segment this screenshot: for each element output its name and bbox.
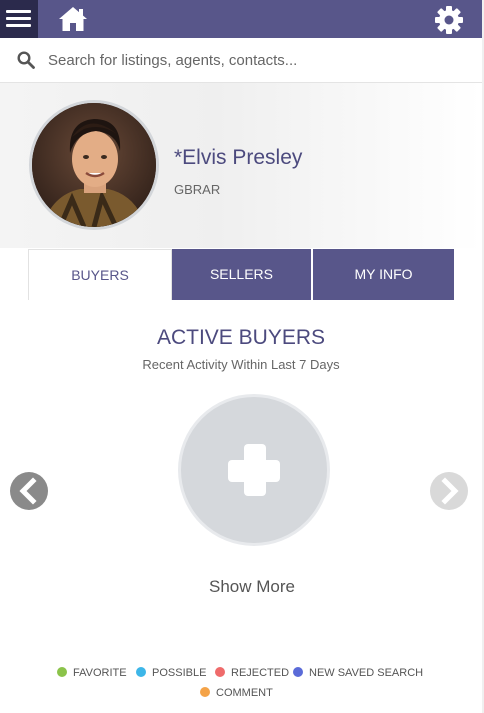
legend-dot <box>57 667 67 677</box>
avatar <box>29 100 159 230</box>
legend-item-rejected: REJECTED <box>215 666 289 680</box>
agent-organization: GBRAR <box>174 182 221 197</box>
legend-item-comment: COMMENT <box>200 686 273 700</box>
tab-my-info[interactable]: MY INFO <box>313 249 454 300</box>
show-more-link[interactable]: Show More <box>0 577 484 597</box>
legend-item-possible: POSSIBLE <box>136 666 206 680</box>
panel-subtitle: Recent Activity Within Last 7 Days <box>142 357 340 372</box>
tab-bar: BUYERS SELLERS MY INFO <box>28 249 454 300</box>
legend-item-new-saved-search: NEW SAVED SEARCH <box>293 666 423 680</box>
chevron-right-icon[interactable] <box>430 472 468 510</box>
legend-dot <box>215 667 225 677</box>
search-icon <box>17 51 35 69</box>
legend-item-favorite: FAVORITE <box>57 666 127 680</box>
tab-buyers[interactable]: BUYERS <box>28 249 172 300</box>
chevron-left-icon[interactable] <box>10 472 48 510</box>
home-icon[interactable] <box>58 5 88 33</box>
legend-dot <box>293 667 303 677</box>
search-input[interactable] <box>48 46 468 74</box>
tab-sellers[interactable]: SELLERS <box>172 249 311 300</box>
legend-dot <box>200 687 210 697</box>
top-navigation-bar <box>0 0 482 38</box>
agent-name: *Elvis Presley <box>174 146 303 169</box>
gear-icon[interactable] <box>434 5 464 35</box>
search-bar <box>0 38 482 83</box>
add-buyer-button[interactable] <box>178 394 330 546</box>
panel-title: ACTIVE BUYERS <box>156 326 326 349</box>
hamburger-menu-icon[interactable] <box>0 0 38 38</box>
legend-dot <box>136 667 146 677</box>
